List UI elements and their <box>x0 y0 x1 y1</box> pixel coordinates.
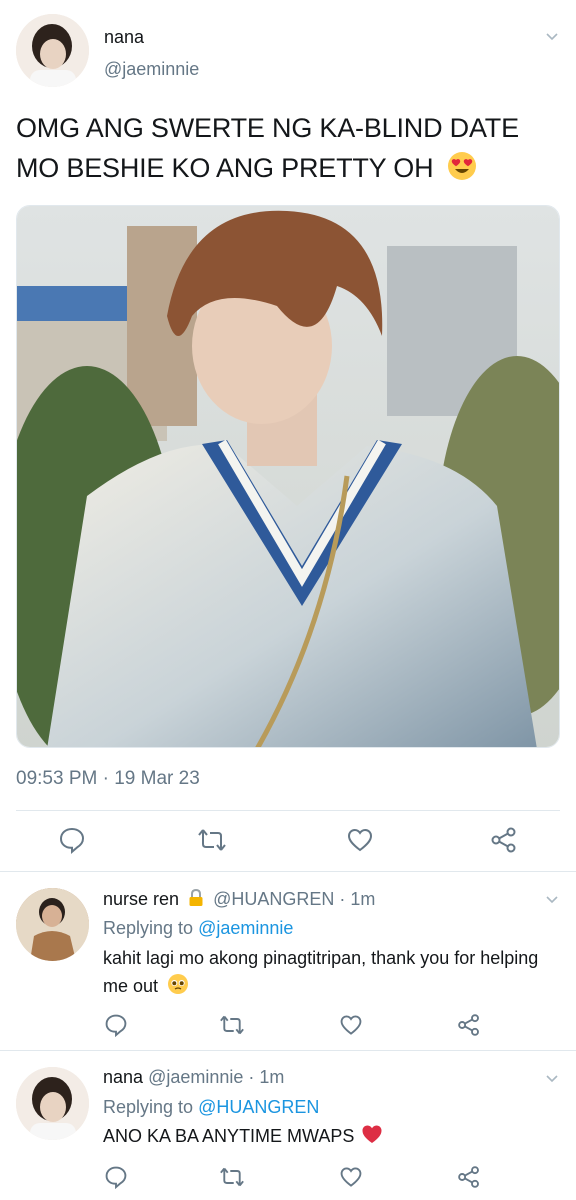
share-icon[interactable] <box>490 826 518 854</box>
divider <box>0 871 576 872</box>
chevron-down-icon[interactable] <box>546 30 558 42</box>
retweet-icon[interactable] <box>197 826 227 854</box>
retweet-icon[interactable] <box>219 1165 245 1189</box>
divider <box>0 1050 576 1051</box>
share-icon[interactable] <box>457 1013 481 1037</box>
like-icon[interactable] <box>346 826 374 854</box>
divider <box>16 810 560 811</box>
retweet-icon[interactable] <box>219 1013 245 1037</box>
author-handle[interactable]: @jaeminnie <box>104 59 199 80</box>
like-icon[interactable] <box>339 1013 363 1037</box>
heart-eyes-emoji-icon <box>447 152 476 180</box>
like-icon[interactable] <box>339 1165 363 1189</box>
author-name[interactable]: nana <box>103 1067 143 1087</box>
lock-icon <box>189 888 203 906</box>
reply-time: · 1m <box>339 889 376 909</box>
reply-text: kahit lagi mo akong pinagtitripan, thank… <box>103 948 539 996</box>
reply-text: ANO KA BA ANYTIME MWAPS <box>103 1122 563 1150</box>
pleading-face-emoji-icon <box>168 974 189 994</box>
author-handle[interactable]: @HUANGREN <box>213 889 334 909</box>
reply-header: nana @jaeminnie · 1m <box>103 1067 284 1088</box>
reply-icon[interactable] <box>58 826 86 854</box>
avatar[interactable] <box>16 888 89 961</box>
author-handle[interactable]: @jaeminnie <box>148 1067 243 1087</box>
replying-to: Replying to @jaeminnie <box>103 918 294 938</box>
avatar[interactable] <box>16 1067 89 1140</box>
reply-icon[interactable] <box>104 1013 128 1037</box>
author-name[interactable]: nana <box>104 27 144 48</box>
reply-icon[interactable] <box>104 1165 128 1189</box>
reply-time: · 1m <box>248 1067 285 1087</box>
tweet-photo[interactable] <box>16 205 560 748</box>
replying-to-link[interactable]: @jaeminnie <box>198 918 293 938</box>
tweet-timestamp: 09:53 PM · 19 Mar 23 <box>16 768 200 789</box>
author-name[interactable]: nurse ren <box>103 889 179 909</box>
red-heart-emoji-icon <box>362 1125 382 1143</box>
chevron-down-icon[interactable] <box>546 1072 558 1084</box>
share-icon[interactable] <box>457 1165 481 1189</box>
tweet-text: OMG ANG SWERTE NG KA-BLIND DATE MO BESHI… <box>16 113 519 183</box>
avatar[interactable] <box>16 14 89 87</box>
replying-to: Replying to @HUANGREN <box>103 1097 320 1117</box>
chevron-down-icon[interactable] <box>546 893 558 905</box>
reply-header: nurse ren @HUANGREN · 1m <box>103 888 375 910</box>
replying-to-link[interactable]: @HUANGREN <box>198 1097 319 1117</box>
